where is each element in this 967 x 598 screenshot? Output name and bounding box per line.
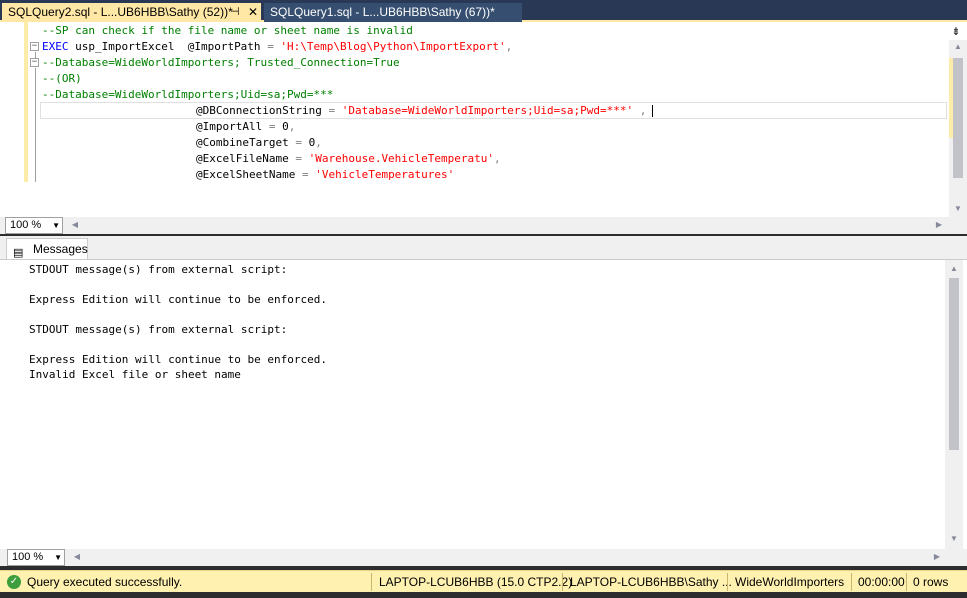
document-tab-bar: SQLQuery2.sql - L...UB6HBB\Sathy (52))* … (0, 0, 967, 22)
code-line-1: --SP can check if the file name or sheet… (42, 24, 413, 37)
string-literal: 'Warehouse.VehicleTemperatu' (301, 152, 495, 165)
param-name: @ExcelSheetName (196, 168, 302, 181)
scroll-up-icon[interactable]: ▲ (945, 264, 963, 273)
keyword: EXEC (42, 40, 69, 53)
changed-lines-map (949, 58, 953, 138)
scroll-thumb[interactable] (949, 278, 959, 450)
messages-vertical-scrollbar[interactable]: ▲ ▼ (945, 260, 963, 550)
param-name: @DBConnectionString (196, 104, 329, 117)
scroll-left-icon[interactable]: ◀ (68, 552, 86, 561)
tab-label: SQLQuery1.sql - L...UB6HBB\Sathy (67))* (270, 5, 495, 19)
number-literal: 0 (275, 120, 289, 133)
operator: = (295, 152, 302, 165)
zoom-value: 100 % (10, 219, 42, 231)
scroll-right-icon[interactable]: ▶ (930, 220, 948, 229)
close-icon[interactable]: ✕ (248, 3, 258, 22)
status-elapsed-time: 00:00:00 (858, 575, 905, 589)
status-row-count: 0 rows (913, 575, 949, 589)
code-line-7: @ImportAll = 0, (196, 119, 295, 135)
scroll-down-icon[interactable]: ▼ (945, 534, 963, 543)
query-editor[interactable]: − − --SP can check if the file name or s… (0, 22, 967, 217)
outline-guide (35, 52, 36, 58)
scroll-thumb[interactable] (953, 58, 963, 178)
status-database: WideWorldImporters (735, 575, 845, 589)
divider (562, 573, 563, 591)
scroll-down-icon[interactable]: ▼ (949, 204, 967, 213)
collapse-toggle-icon[interactable]: − (30, 58, 39, 67)
number-literal: 0 (301, 136, 316, 149)
proc-name: usp_ImportExcel @ImportPath (68, 40, 268, 53)
status-user: LAPTOP-LCUB6HBB\Sathy ... (570, 575, 732, 589)
scroll-up-icon[interactable]: ▲ (949, 42, 967, 51)
code-line-3: --Database=WideWorldImporters; Trusted_C… (42, 56, 400, 69)
code-line-6: @DBConnectionString = 'Database=WideWorl… (196, 103, 646, 119)
editor-horizontal-bar: 100 % ▼ ◀ ▶ (0, 217, 967, 234)
string-literal: 'Database=WideWorldImporters;Uid=sa;Pwd=… (335, 104, 634, 117)
code-line-2: EXEC usp_ImportExcel @ImportPath = 'H:\T… (42, 39, 512, 55)
scroll-left-icon[interactable]: ◀ (66, 220, 84, 229)
string-literal: 'H:\Temp\Blog\Python\ImportExport' (273, 40, 506, 53)
operator: = (267, 40, 274, 53)
status-server: LAPTOP-LCUB6HBB (15.0 CTP2.2) (379, 575, 573, 589)
operator: = (301, 168, 309, 181)
tab-sqlquery1[interactable]: SQLQuery1.sql - L...UB6HBB\Sathy (67))* (264, 3, 522, 22)
tab-label: Messages (33, 242, 88, 256)
messages-horizontal-bar: 100 % ▼ ◀ ▶ (0, 549, 967, 566)
operator: , (633, 104, 647, 117)
message-line: Express Edition will continue to be enfo… (29, 353, 328, 366)
param-name: @CombineTarget (196, 136, 296, 149)
messages-pane[interactable]: STDOUT message(s) from external script: … (0, 259, 967, 550)
divider (371, 573, 372, 591)
message-line: STDOUT message(s) from external script: (29, 263, 288, 276)
zoom-value: 100 % (12, 551, 44, 563)
split-window-icon[interactable]: ⇟ (949, 26, 963, 38)
param-name: @ExcelFileName (196, 152, 296, 165)
text-caret (652, 105, 653, 117)
chevron-down-icon: ▼ (52, 221, 60, 230)
string-literal: 'VehicleTemperatures' (308, 168, 455, 181)
messages-zoom-dropdown[interactable]: 100 % ▼ (7, 549, 65, 566)
code-line-9: @ExcelFileName = 'Warehouse.VehicleTempe… (196, 151, 501, 167)
operator: , (494, 152, 501, 165)
operator: , (315, 136, 322, 149)
collapse-toggle-icon[interactable]: − (30, 42, 39, 51)
results-tab-strip: ▤ Messages (0, 236, 967, 260)
message-line: STDOUT message(s) from external script: (29, 323, 288, 336)
pin-icon[interactable]: ⊣ (230, 3, 240, 22)
tab-sqlquery2[interactable]: SQLQuery2.sql - L...UB6HBB\Sathy (52))* … (2, 3, 261, 22)
operator: , (288, 120, 296, 133)
operator: = (295, 136, 302, 149)
scroll-right-icon[interactable]: ▶ (928, 552, 946, 561)
divider (727, 573, 728, 591)
outline-guide (35, 68, 36, 182)
status-message: Query executed successfully. (27, 575, 183, 589)
code-line-4: --(OR) (42, 72, 82, 85)
code-line-5: --Database=WideWorldImporters;Uid=sa;Pwd… (42, 88, 334, 101)
tab-label: SQLQuery2.sql - L...UB6HBB\Sathy (52))* (8, 5, 233, 19)
param-name: @ImportAll (196, 120, 269, 133)
message-line: Express Edition will continue to be enfo… (29, 293, 328, 306)
check-circle-icon: ✓ (7, 575, 21, 589)
window-frame-bottom (0, 592, 967, 598)
editor-zoom-dropdown[interactable]: 100 % ▼ (5, 217, 63, 234)
query-status-bar: ✓ Query executed successfully. LAPTOP-LC… (0, 570, 967, 592)
tab-messages[interactable]: ▤ Messages (6, 238, 88, 260)
operator: , (505, 40, 513, 53)
chevron-down-icon: ▼ (54, 553, 62, 562)
code-line-10: @ExcelSheetName = 'VehicleTemperatures' (196, 167, 454, 183)
message-line: Invalid Excel file or sheet name (29, 368, 241, 381)
code-area[interactable]: − − --SP can check if the file name or s… (0, 22, 947, 217)
code-line-8: @CombineTarget = 0, (196, 135, 322, 151)
